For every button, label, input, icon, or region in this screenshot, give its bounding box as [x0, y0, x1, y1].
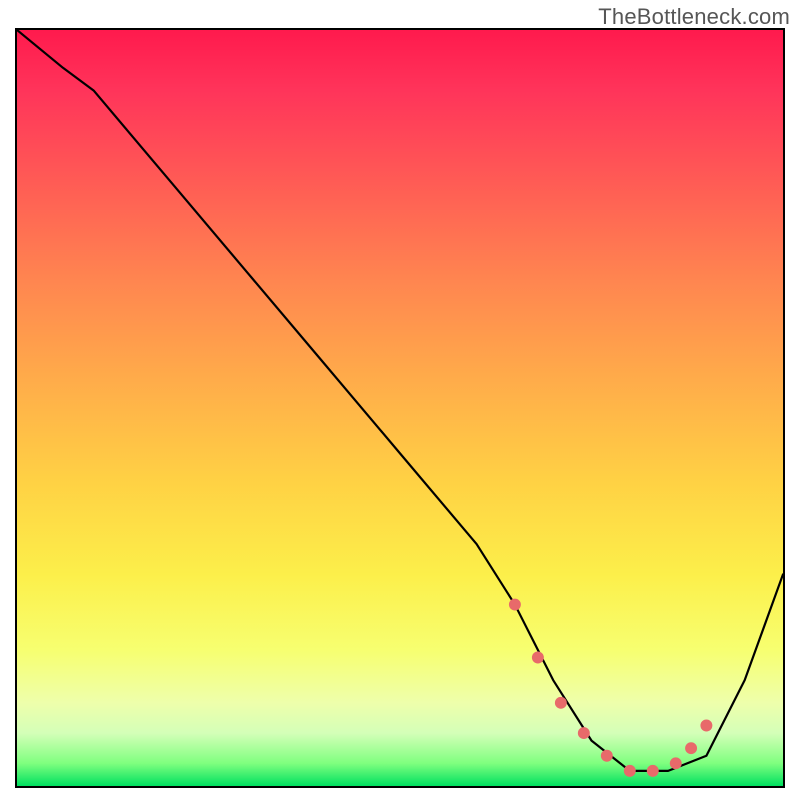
highlight-dot	[532, 652, 544, 664]
highlight-dot	[624, 765, 636, 777]
plot-area	[15, 28, 785, 788]
curve-layer	[17, 30, 783, 786]
highlight-dots	[509, 599, 712, 777]
highlight-dot	[509, 599, 521, 611]
chart-frame: TheBottleneck.com	[0, 0, 800, 800]
highlight-dot	[555, 697, 567, 709]
highlight-dot	[685, 742, 697, 754]
highlight-dot	[578, 727, 590, 739]
highlight-dot	[647, 765, 659, 777]
bottleneck-curve	[17, 30, 783, 771]
highlight-dot	[670, 757, 682, 769]
highlight-dot	[601, 750, 613, 762]
highlight-dot	[700, 720, 712, 732]
attribution-label: TheBottleneck.com	[598, 4, 790, 30]
